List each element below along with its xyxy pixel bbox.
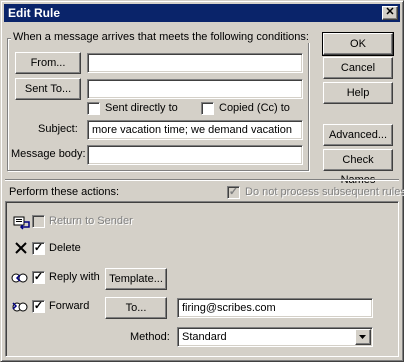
delete-checkbox[interactable]: ✓ <box>32 242 45 255</box>
forward-to-field[interactable]: firing@scribes.com <box>177 298 373 318</box>
sent-directly-label: Sent directly to <box>105 102 178 114</box>
forward-checkbox[interactable]: ✓ <box>32 300 45 313</box>
close-icon[interactable]: ✕ <box>382 6 398 20</box>
reply-label: Reply with <box>49 271 100 283</box>
method-dropdown-button[interactable] <box>355 329 371 345</box>
sent-to-button[interactable]: Sent To... <box>15 78 81 100</box>
reply-icon <box>11 273 28 283</box>
perform-actions-label: Perform these actions: <box>9 186 120 198</box>
separator <box>5 179 399 181</box>
do-not-process-checkbox[interactable]: ✓ <box>227 186 240 199</box>
method-select[interactable]: Standard <box>177 327 373 347</box>
message-body-field[interactable] <box>87 145 303 165</box>
copied-label: Copied (Cc) to <box>219 102 290 114</box>
chevron-down-icon <box>359 335 366 339</box>
template-button[interactable]: Template... <box>105 268 167 290</box>
subject-label: Subject: <box>38 123 78 135</box>
from-field[interactable] <box>87 53 303 73</box>
reply-checkbox[interactable]: ✓ <box>32 271 45 284</box>
forward-icon <box>12 302 28 312</box>
return-label: Return to Sender <box>49 215 133 227</box>
delete-icon <box>15 242 27 254</box>
message-body-label: Message body: <box>11 148 86 160</box>
advanced-button[interactable]: Advanced... <box>323 124 393 146</box>
return-checkbox[interactable] <box>32 215 45 228</box>
sent-to-field[interactable] <box>87 79 303 99</box>
title-bar: Edit Rule ✕ <box>4 4 400 22</box>
window-title: Edit Rule <box>8 6 61 20</box>
ok-button[interactable]: OK <box>322 32 394 56</box>
method-value: Standard <box>182 331 227 343</box>
forward-to-button[interactable]: To... <box>105 297 167 319</box>
check-names-button[interactable]: Check Names <box>323 149 393 186</box>
forward-label: Forward <box>49 300 90 312</box>
cancel-button[interactable]: Cancel <box>323 57 393 79</box>
delete-label: Delete <box>49 242 81 254</box>
conditions-group-label: When a message arrives that meets the fo… <box>11 31 311 43</box>
sent-directly-checkbox[interactable] <box>87 102 100 115</box>
subject-field[interactable]: more vacation time; we demand vacation <box>87 120 303 140</box>
help-button[interactable]: Help <box>323 82 393 104</box>
edit-rule-dialog: Edit Rule ✕ When a message arrives that … <box>0 0 404 362</box>
from-button[interactable]: From... <box>15 52 81 74</box>
method-label: Method: <box>130 331 170 343</box>
return-to-sender-icon <box>13 216 30 230</box>
copied-checkbox[interactable] <box>201 102 214 115</box>
do-not-process-label: Do not process subsequent rules <box>245 186 404 198</box>
